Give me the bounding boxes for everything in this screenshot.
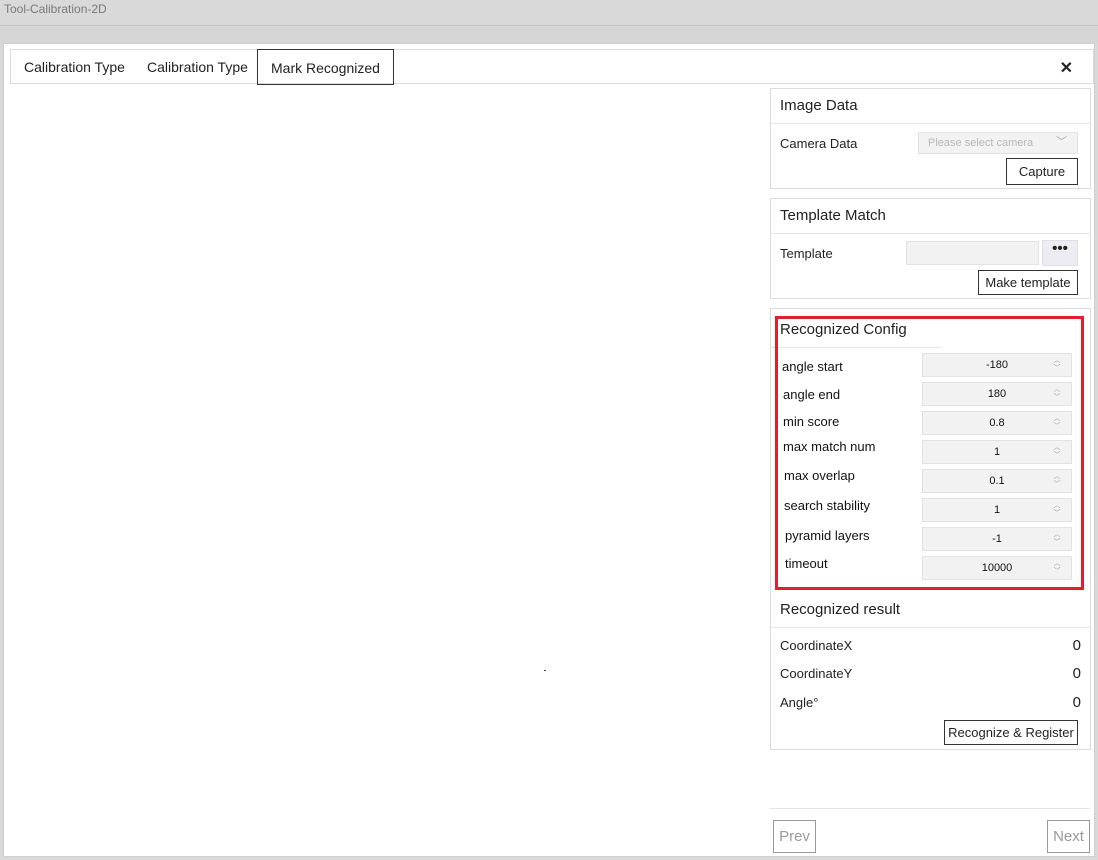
capture-button[interactable]: Capture: [1006, 158, 1078, 185]
footer-divider: [770, 808, 1090, 809]
next-button[interactable]: Next: [1047, 820, 1090, 853]
coordinate-x-label: CoordinateX: [780, 638, 853, 653]
coordinate-y-value: 0: [1072, 665, 1081, 682]
recognized-result-panel: Recognized result CoordinateX 0 Coordina…: [770, 596, 1091, 750]
title-bar: Tool-Calibration-2D: [0, 0, 1098, 26]
tab-mark-recognized[interactable]: Mark Recognized: [257, 49, 394, 85]
template-input[interactable]: [906, 241, 1039, 265]
tab-calibration-type-2[interactable]: Calibration Type: [134, 50, 261, 83]
image-data-title: Image Data: [771, 89, 1090, 124]
make-template-button[interactable]: Make template: [978, 270, 1078, 295]
angle-label: Angle°: [780, 695, 819, 710]
image-data-panel: Image Data Camera Data Please select cam…: [770, 88, 1091, 189]
more-icon[interactable]: •••: [1042, 240, 1078, 266]
config-highlight-box: [775, 316, 1084, 590]
coordinate-x-value: 0: [1072, 637, 1081, 654]
camera-select-value: Please select camera: [928, 137, 1034, 149]
template-match-title: Template Match: [771, 199, 1090, 234]
angle-value: 0: [1072, 694, 1081, 711]
canvas-mark: [544, 670, 546, 671]
close-icon[interactable]: ✕: [1060, 58, 1073, 78]
toolbar-strip: [0, 26, 1098, 43]
window-title: Tool-Calibration-2D: [4, 2, 107, 16]
tab-bar: Calibration Type Calibration Type Mark R…: [10, 49, 1094, 85]
coordinate-y-label: CoordinateY: [780, 666, 853, 681]
prev-button[interactable]: Prev: [773, 820, 816, 853]
recognize-register-button[interactable]: Recognize & Register: [944, 720, 1078, 745]
template-label: Template: [780, 246, 833, 261]
tab-calibration-type-1[interactable]: Calibration Type: [11, 50, 138, 83]
camera-data-label: Camera Data: [780, 136, 858, 151]
recognized-result-title: Recognized result: [771, 596, 1090, 628]
chevron-down-icon: ﹀: [1056, 136, 1067, 148]
camera-select[interactable]: Please select camera ﹀: [918, 132, 1078, 154]
image-canvas[interactable]: [10, 86, 770, 854]
template-match-panel: Template Match Template ••• Make templat…: [770, 198, 1091, 299]
